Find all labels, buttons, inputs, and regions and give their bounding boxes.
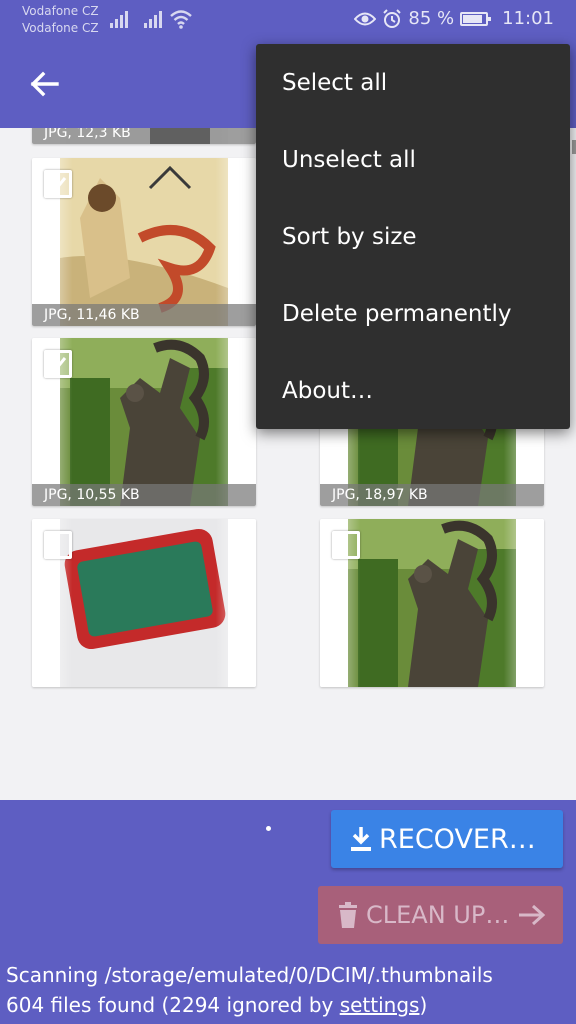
- more-vertical-icon[interactable]: [230, 533, 236, 557]
- carrier-1: Vodafone CZ: [22, 4, 99, 18]
- menu-item-sort-by-size[interactable]: Sort by size: [256, 198, 570, 275]
- thumbnail-card[interactable]: JPG, 10,55 KB: [32, 338, 256, 506]
- recover-label: RECOVER…: [379, 823, 536, 855]
- progress-dot: [266, 826, 271, 831]
- more-vertical-icon[interactable]: [230, 172, 236, 196]
- settings-link[interactable]: settings: [340, 993, 420, 1017]
- files-found-count: 604 files found (2294 ignored by: [6, 993, 340, 1017]
- checkbox[interactable]: [332, 531, 360, 559]
- cleanup-button[interactable]: CLEAN UP…: [318, 886, 563, 944]
- battery-icon: [460, 11, 492, 26]
- menu-item-unselect-all[interactable]: Unselect all: [256, 121, 570, 198]
- checkbox[interactable]: [44, 531, 72, 559]
- arrow-right-icon: [519, 904, 546, 926]
- thumbnail-card[interactable]: JPG, 11,46 KB: [32, 158, 256, 326]
- wifi-icon: [170, 10, 192, 29]
- file-info-caption: JPG, 11,46 KB: [32, 304, 256, 326]
- eye-icon: [354, 12, 377, 25]
- trash-icon: [339, 902, 357, 928]
- file-info-caption: JPG, 18,97 KB: [320, 484, 544, 506]
- alarm-icon: [383, 8, 402, 28]
- files-found-text: 604 files found (2294 ignored by setting…: [6, 990, 493, 1020]
- cleanup-label: CLEAN UP…: [366, 901, 510, 929]
- scan-path-text: Scanning /storage/emulated/0/DCIM/.thumb…: [6, 963, 493, 987]
- battery-percent: 85 %: [408, 8, 455, 29]
- scan-status: Scanning /storage/emulated/0/DCIM/.thumb…: [6, 960, 493, 1020]
- file-info-caption: JPG, 12,3 KB: [32, 128, 256, 144]
- recover-button[interactable]: RECOVER…: [331, 810, 563, 868]
- menu-item-select-all[interactable]: Select all: [256, 44, 570, 121]
- carrier-labels: Vodafone CZ Vodafone CZ: [22, 3, 99, 37]
- files-found-suffix: ): [419, 993, 428, 1017]
- menu-item-delete-permanently[interactable]: Delete permanently: [256, 275, 570, 352]
- thumbnail-card[interactable]: [32, 519, 256, 687]
- more-vertical-icon[interactable]: [230, 352, 236, 376]
- checkbox-checked[interactable]: [44, 170, 72, 198]
- thumbnail-card[interactable]: [320, 519, 544, 687]
- overflow-menu: Select all Unselect all Sort by size Del…: [256, 44, 570, 429]
- signal-icon: [110, 10, 128, 28]
- status-bar: Vodafone CZ Vodafone CZ 85 % 11:01: [0, 0, 576, 40]
- arrow-left-icon[interactable]: [26, 66, 62, 102]
- signal-icon: [144, 10, 162, 28]
- file-info-caption: JPG, 10,55 KB: [32, 484, 256, 506]
- clock: 11:01: [502, 8, 554, 29]
- download-icon: [351, 827, 371, 851]
- carrier-2: Vodafone CZ: [22, 21, 99, 35]
- checkbox-checked[interactable]: [44, 350, 72, 378]
- scroll-indicator[interactable]: [572, 140, 576, 154]
- status-right: 85 % 11:01: [354, 8, 554, 29]
- thumbnail-card[interactable]: JPG, 12,3 KB: [32, 128, 256, 144]
- menu-item-about[interactable]: About…: [256, 352, 570, 429]
- more-vertical-icon[interactable]: [518, 533, 524, 557]
